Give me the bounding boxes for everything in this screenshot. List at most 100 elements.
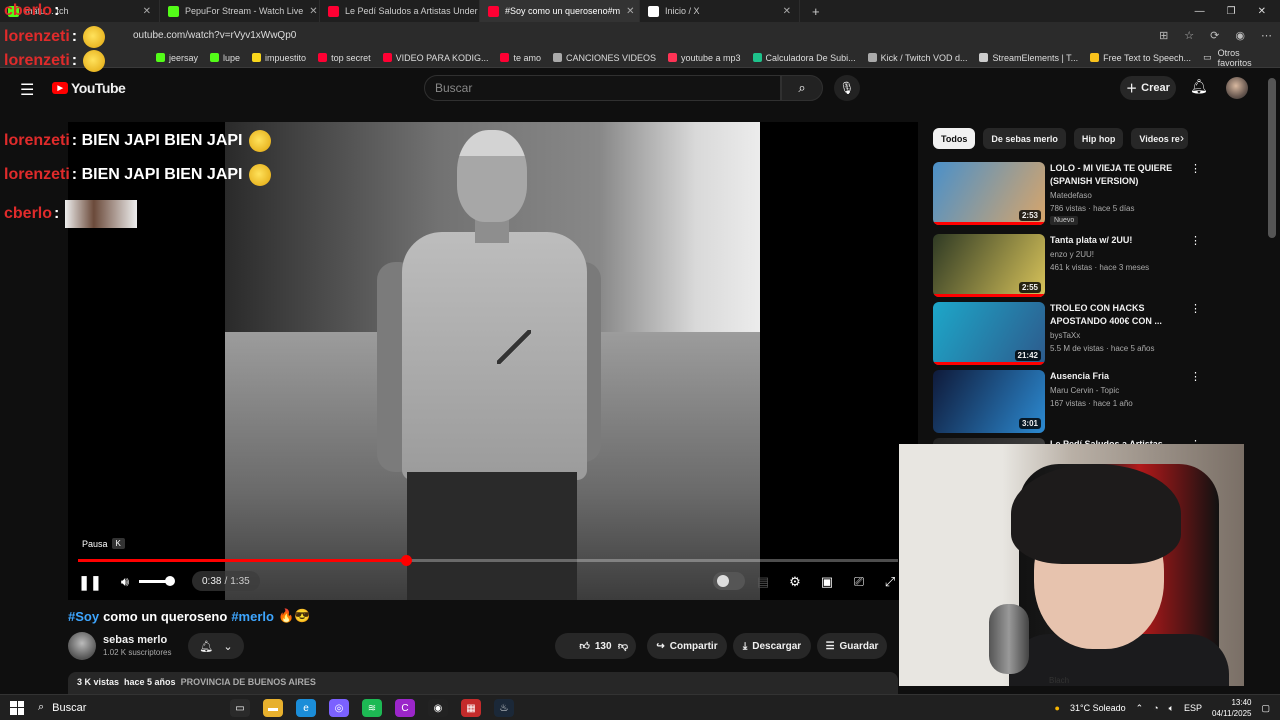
- recommended-channel[interactable]: bysTaXx: [1050, 330, 1080, 341]
- subtitles-icon[interactable]: ▤: [754, 572, 772, 592]
- recommended-video[interactable]: 21:42 TROLEO CON HACKS APOSTANDO 400€ CON…: [933, 302, 1233, 366]
- taskbar-search[interactable]: ⌕ Buscar: [38, 701, 168, 714]
- hashtag-link[interactable]: #Soy: [68, 609, 99, 624]
- account-avatar[interactable]: [1226, 77, 1248, 99]
- autoplay-toggle[interactable]: [713, 572, 745, 590]
- hamburger-menu-icon[interactable]: ☰: [20, 80, 34, 100]
- maximize-icon[interactable]: ❐: [1227, 6, 1236, 17]
- recommended-title[interactable]: LOLO - MI VIEJA TE QUIERE (SPANISH VERSI…: [1050, 162, 1190, 188]
- channel-avatar[interactable]: [68, 632, 96, 660]
- bookmark-item[interactable]: jeersay: [156, 53, 198, 63]
- more-options-icon[interactable]: ⋮: [1190, 370, 1201, 383]
- video-editor-icon[interactable]: ▦: [461, 699, 481, 717]
- more-options-icon[interactable]: ⋮: [1190, 162, 1201, 175]
- wifi-icon[interactable]: ◔: [1153, 703, 1158, 713]
- install-app-icon[interactable]: ⊞: [1159, 29, 1168, 42]
- bookmark-item[interactable]: Kick / Twitch VOD d...: [867, 53, 967, 63]
- share-button[interactable]: ↪ Compartir: [647, 633, 727, 659]
- browser-tab-active[interactable]: #Soy como un queroseno#m ✕: [480, 0, 640, 22]
- other-bookmarks-folder[interactable]: ▭ Otros favoritos: [1203, 48, 1280, 68]
- volume-handle[interactable]: [165, 576, 175, 586]
- windows-start-icon[interactable]: [10, 700, 24, 715]
- recommended-channel[interactable]: enzo y 2UU!: [1050, 249, 1094, 260]
- edge-icon[interactable]: e: [296, 699, 316, 717]
- browser-tab[interactable]: Inicio / X ✕: [640, 0, 800, 22]
- save-button[interactable]: ☰ Guardar: [817, 633, 887, 659]
- recommended-channel[interactable]: Matedefaso: [1050, 190, 1092, 201]
- progress-bar[interactable]: [78, 555, 898, 566]
- bookmark-item[interactable]: lupe: [210, 53, 240, 63]
- page-scrollbar[interactable]: [1268, 78, 1276, 238]
- subscription-bell-button[interactable]: 🔔︎ ⌄: [188, 633, 244, 659]
- video-thumbnail[interactable]: 2:53: [933, 162, 1045, 225]
- close-tab-icon[interactable]: ✕: [626, 6, 634, 17]
- profile-icon[interactable]: ◉: [1235, 29, 1245, 42]
- browser-tab[interactable]: Le Pedí Saludos a Artistas Under✕: [320, 0, 480, 22]
- more-options-icon[interactable]: ⋮: [1190, 234, 1201, 247]
- task-view-icon[interactable]: ▭: [230, 699, 250, 717]
- chrome-icon[interactable]: ◉: [428, 699, 448, 717]
- video-thumbnail[interactable]: 21:42: [933, 302, 1045, 365]
- download-button[interactable]: ⤓ Descargar: [733, 633, 811, 659]
- browser-tab[interactable]: PepuFor Stream - Watch Live ✕: [160, 0, 320, 22]
- minimize-icon[interactable]: —: [1195, 6, 1205, 17]
- close-tab-icon[interactable]: ✕: [143, 6, 151, 17]
- youtube-logo[interactable]: ▶ YouTube: [52, 80, 126, 96]
- recommended-title[interactable]: Ausencia Fria: [1050, 370, 1190, 383]
- pause-button[interactable]: ❚❚: [78, 572, 101, 592]
- filter-chip[interactable]: Hip hop: [1073, 128, 1124, 149]
- close-tab-icon[interactable]: ✕: [783, 6, 791, 17]
- menu-dots-icon[interactable]: ⋯: [1261, 29, 1272, 42]
- bookmark-star-icon[interactable]: ☆: [1184, 29, 1194, 42]
- close-tab-icon[interactable]: ✕: [309, 6, 317, 17]
- bookmark-item[interactable]: top secret: [318, 53, 371, 63]
- notifications-bell-icon[interactable]: 🔔︎: [1190, 78, 1208, 95]
- filter-chip[interactable]: Todos: [933, 128, 976, 149]
- recommended-title[interactable]: Tanta plata w/ 2UU!: [1050, 234, 1190, 247]
- filter-chip[interactable]: De sebas merlo: [983, 128, 1066, 149]
- bookmark-item[interactable]: StreamElements | T...: [979, 53, 1078, 63]
- bookmark-item[interactable]: VIDEO PARA KODIG...: [382, 53, 488, 63]
- miniplayer-icon[interactable]: ▣: [818, 572, 836, 592]
- url-field[interactable]: outube.com/watch?v=rVyv1xWwQp0: [133, 30, 296, 41]
- recommended-video[interactable]: 2:55 Tanta plata w/ 2UU! enzo y 2UU! 461 k …: [933, 234, 1233, 298]
- search-input[interactable]: Buscar: [424, 75, 781, 101]
- speaker-icon[interactable]: 🔈︎: [1169, 703, 1174, 714]
- mute-button[interactable]: 🔊︎: [116, 572, 134, 592]
- video-thumbnail[interactable]: 3:01: [933, 370, 1045, 433]
- more-options-icon[interactable]: ⋮: [1190, 302, 1201, 315]
- create-button[interactable]: ＋ Crear: [1120, 76, 1176, 100]
- file-explorer-icon[interactable]: ▬: [263, 699, 283, 717]
- video-player[interactable]: [68, 122, 918, 600]
- bookmark-item[interactable]: Free Text to Speech...: [1090, 53, 1191, 63]
- video-thumbnail[interactable]: 2:55: [933, 234, 1045, 297]
- messenger-icon[interactable]: ◎: [329, 699, 349, 717]
- close-window-icon[interactable]: ✕: [1258, 6, 1266, 17]
- bookmark-item[interactable]: Calculadora De Subi...: [752, 53, 856, 63]
- chevron-up-icon[interactable]: ⌃: [1136, 703, 1144, 714]
- fullscreen-icon[interactable]: ⤢: [882, 572, 898, 592]
- settings-gear-icon[interactable]: ⚙: [786, 572, 804, 592]
- hashtag-link[interactable]: #merlo: [231, 609, 274, 624]
- bookmark-item[interactable]: youtube a mp3: [668, 53, 741, 63]
- bookmark-item[interactable]: te amo: [500, 53, 541, 63]
- notification-center-icon[interactable]: ▢: [1261, 703, 1270, 714]
- new-tab-button[interactable]: +: [800, 4, 832, 19]
- chevron-right-icon[interactable]: ›: [1180, 131, 1184, 145]
- bookmark-item[interactable]: CANCIONES VIDEOS: [552, 53, 656, 63]
- recommended-title[interactable]: TROLEO CON HACKS APOSTANDO 400€ CON ...: [1050, 302, 1190, 328]
- recommended-channel[interactable]: Maru Cervin - Topic: [1050, 385, 1119, 396]
- spotify-icon[interactable]: ≋: [362, 699, 382, 717]
- clock[interactable]: 13:40 04/11/2025: [1212, 697, 1251, 719]
- scrubber-handle[interactable]: [401, 555, 412, 566]
- app-icon[interactable]: C: [395, 699, 415, 717]
- description-box[interactable]: 3 K vistas hace 5 años PROVINCIA DE BUEN…: [68, 672, 898, 694]
- dislike-button[interactable]: 👎︎: [609, 633, 637, 659]
- cast-icon[interactable]: ⎚: [850, 572, 868, 592]
- voice-search-button[interactable]: 🎙: [834, 75, 860, 101]
- recommended-video[interactable]: 2:53 LOLO - MI VIEJA TE QUIERE (SPANISH V…: [933, 162, 1233, 226]
- search-button[interactable]: ⌕: [781, 75, 823, 101]
- extensions-icon[interactable]: ⟳: [1210, 29, 1219, 42]
- steam-icon[interactable]: ♨: [494, 699, 514, 717]
- channel-name[interactable]: sebas merlo: [103, 634, 167, 646]
